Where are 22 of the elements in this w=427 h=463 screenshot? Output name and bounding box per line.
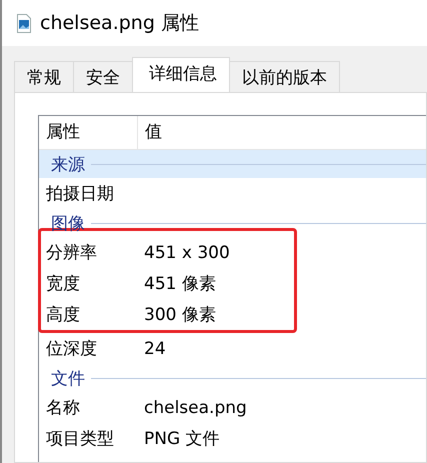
property-name: 拍摄日期 (45, 183, 115, 205)
property-name: 位深度 (45, 338, 98, 360)
property-name: 宽度 (45, 273, 81, 295)
property-value: 451 x 300 (143, 242, 230, 262)
window-title: chelsea.png 属性 (40, 11, 199, 36)
tab[interactable]: 常规 (14, 61, 74, 92)
group-header[interactable]: 文件 (39, 364, 426, 392)
property-name: 名称 (45, 397, 81, 419)
property-value: PNG 文件 (143, 428, 220, 450)
property-name: 项目类型 (45, 428, 115, 450)
image-file-icon (17, 14, 31, 32)
property-value: chelsea.png (143, 398, 247, 418)
property-value: 300 像素 (143, 304, 216, 326)
property-name: 高度 (45, 304, 81, 326)
tab[interactable]: 详细信息 (132, 57, 230, 92)
property-name: 分辨率 (45, 242, 98, 264)
property-value: 24 (143, 338, 166, 358)
group-header[interactable]: 来源 (39, 150, 426, 178)
column-header[interactable]: 属性 (39, 116, 138, 149)
column-header[interactable]: 值 (138, 116, 162, 149)
tab[interactable]: 以前的版本 (229, 61, 340, 92)
property-value: 451 像素 (143, 273, 216, 295)
